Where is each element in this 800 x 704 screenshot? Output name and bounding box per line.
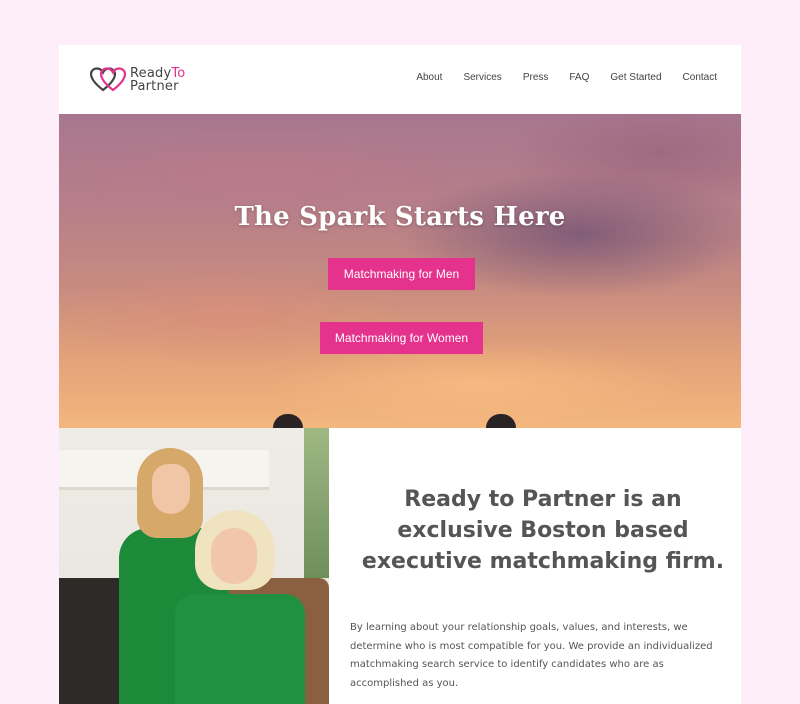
nav-faq[interactable]: FAQ [569, 72, 589, 83]
photo-person-left-face [152, 464, 190, 514]
nav-contact[interactable]: Contact [683, 72, 717, 83]
site-header: ReadyTo Partner About Services Press FAQ… [59, 45, 741, 114]
nav-get-started[interactable]: Get Started [610, 72, 661, 83]
nav-about[interactable]: About [416, 72, 442, 83]
hero-title: The Spark Starts Here [234, 202, 566, 232]
main-nav: About Services Press FAQ Get Started Con… [395, 72, 717, 83]
silhouette-head-left [273, 414, 303, 428]
founders-photo [59, 428, 329, 704]
nav-services[interactable]: Services [463, 72, 501, 83]
website-frame: ReadyTo Partner About Services Press FAQ… [59, 45, 741, 704]
nav-press[interactable]: Press [523, 72, 549, 83]
logo-word-partner: Partner [130, 79, 179, 94]
photo-person-right-dress [175, 594, 305, 704]
heart-logo-icon [90, 67, 127, 92]
logo[interactable]: ReadyTo Partner [90, 65, 200, 95]
photo-window [304, 428, 329, 578]
photo-person-right-face [211, 528, 257, 584]
matchmaking-men-button[interactable]: Matchmaking for Men [328, 258, 475, 290]
about-headline: Ready to Partner is an exclusive Boston … [361, 487, 725, 574]
hero-banner: The Spark Starts Here Matchmaking for Me… [59, 114, 741, 428]
silhouette-head-right [486, 414, 516, 428]
logo-text: ReadyTo Partner [130, 67, 185, 93]
matchmaking-women-button[interactable]: Matchmaking for Women [320, 322, 483, 354]
about-section: Ready to Partner is an exclusive Boston … [329, 428, 741, 704]
about-body: By learning about your relationship goal… [350, 622, 713, 689]
